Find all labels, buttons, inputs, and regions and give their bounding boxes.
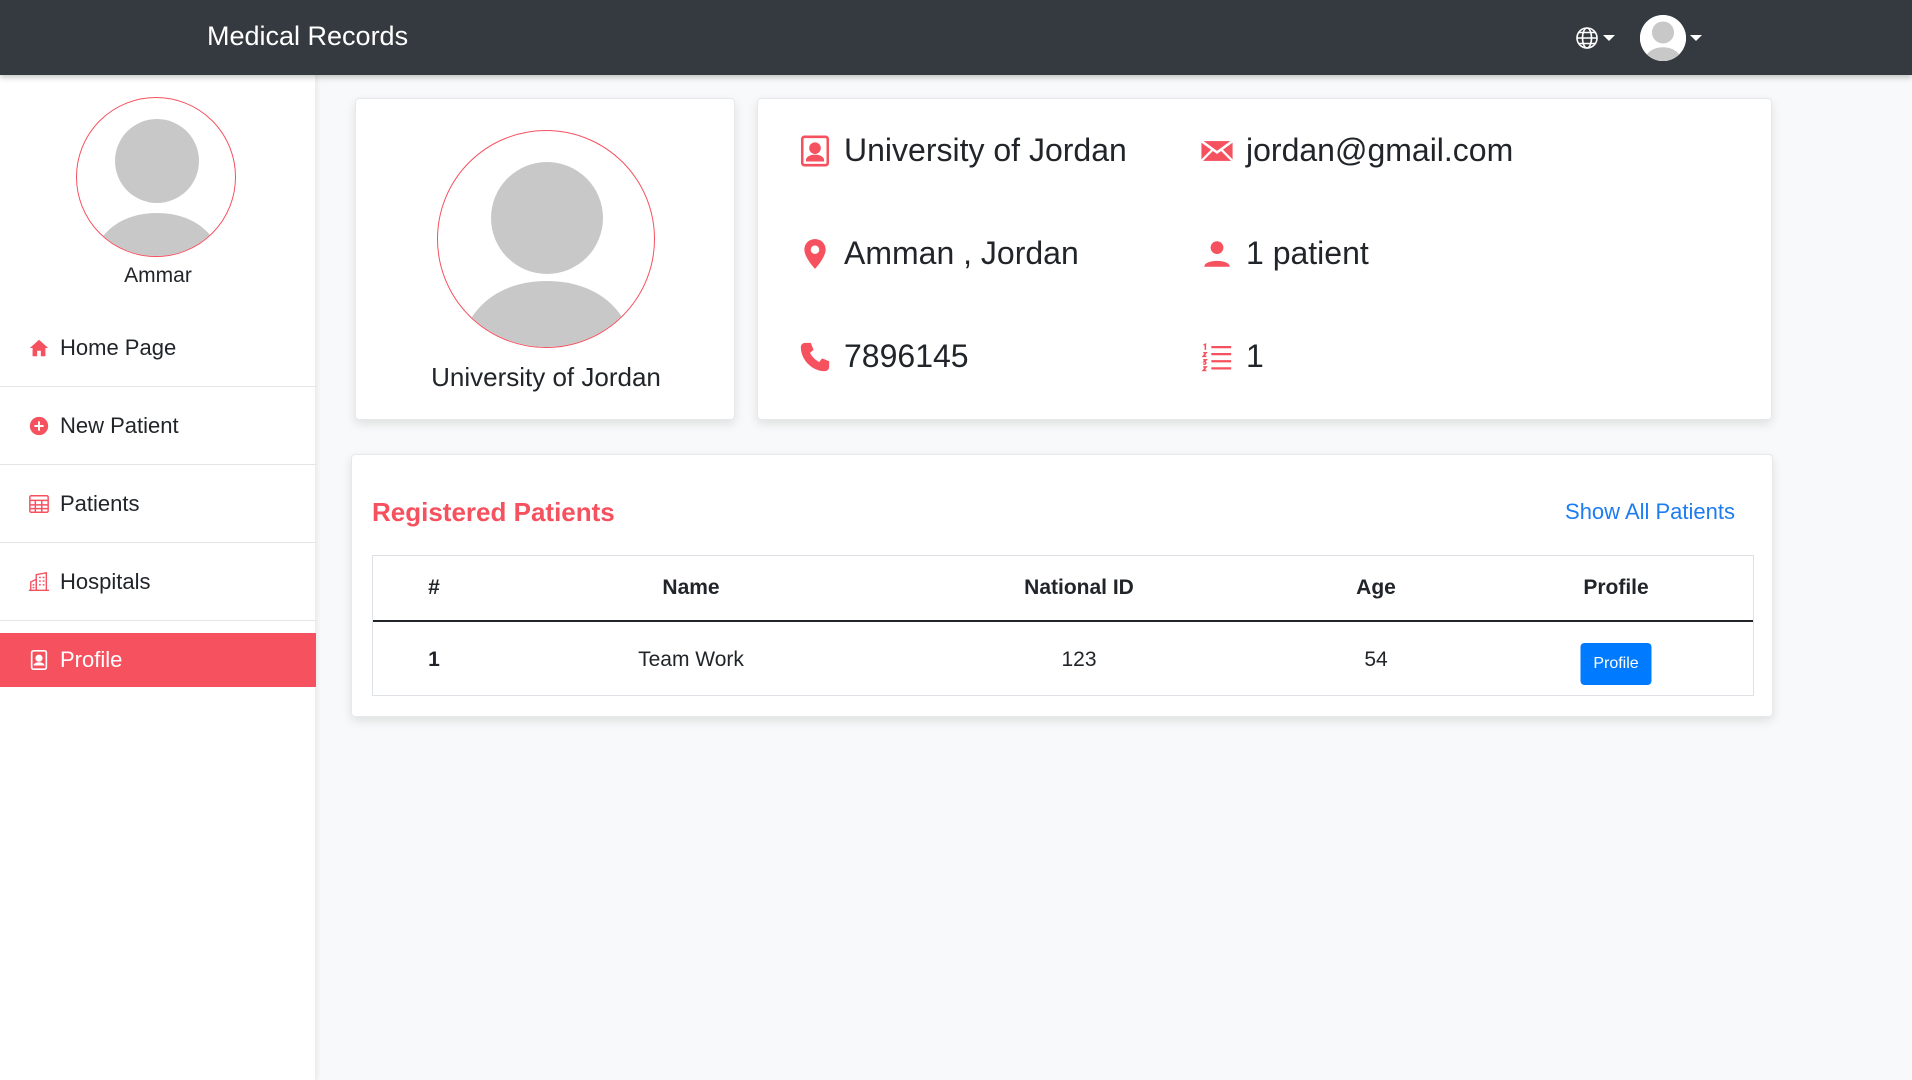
table-row: 1 Team Work 123 54 Profile [373, 622, 1753, 697]
plus-circle-icon [29, 416, 49, 435]
sidebar-user-name: Ammar [124, 264, 192, 287]
row-age: 54 [1364, 647, 1388, 671]
location-pin-icon [804, 238, 826, 269]
info-count-text: 1 [1246, 338, 1264, 374]
sidebar-item-home-page[interactable]: Home Page [0, 309, 316, 387]
column-header-national-id: National ID [1024, 576, 1134, 599]
brand-title[interactable]: Medical Records [207, 21, 408, 52]
chevron-down-icon [1603, 35, 1615, 41]
language-dropdown[interactable] [1575, 24, 1615, 52]
info-location: Amman , Jordan [798, 235, 1079, 272]
row-number: 1 [428, 647, 440, 671]
envelope-icon [1200, 139, 1234, 162]
sidebar-item-label: Profile [60, 647, 123, 672]
column-header-age: Age [1356, 576, 1396, 599]
section-title: Registered Patients [372, 497, 615, 527]
sidebar-item-new-patient[interactable]: New Patient [0, 387, 316, 465]
row-name: Team Work [638, 647, 744, 671]
table-header: # Name National ID Age Profile [373, 556, 1753, 622]
row-national-id: 123 [1061, 647, 1097, 671]
sidebar-item-label: New Patient [60, 412, 179, 438]
profile-name: University of Jordan [431, 362, 661, 392]
sidebar-menu: Home Page New Patient Patients Hospitals… [0, 309, 316, 687]
info-phone: 7896145 [798, 338, 969, 375]
avatar [437, 130, 655, 348]
top-navbar: Medical Records [0, 0, 1912, 75]
avatar [76, 97, 236, 257]
contact-card-icon [800, 135, 830, 166]
sidebar-item-patients[interactable]: Patients [0, 465, 316, 543]
sidebar-item-profile[interactable]: Profile [0, 633, 316, 687]
globe-icon [1576, 27, 1598, 49]
building-icon [28, 571, 50, 591]
profile-avatar-card: University of Jordan [355, 98, 735, 420]
chevron-down-icon [1690, 35, 1702, 41]
user-menu-dropdown[interactable] [1640, 15, 1702, 61]
sidebar-item-label: Home Page [60, 334, 177, 360]
info-patients-text: 1 patient [1246, 235, 1369, 271]
sidebar: Ammar Home Page New Patient Patients Hos… [0, 75, 316, 1080]
user-icon [1204, 240, 1230, 267]
avatar [1640, 15, 1686, 61]
column-header-name: Name [662, 576, 720, 599]
ordered-list-icon [1201, 342, 1232, 371]
profile-icon [30, 650, 48, 670]
home-icon [29, 339, 49, 356]
info-name: University of Jordan [798, 132, 1127, 169]
patients-table: # Name National ID Age Profile 1 Team Wo… [372, 555, 1754, 696]
info-email: jordan@gmail.com [1200, 132, 1513, 169]
table-icon [29, 494, 49, 513]
info-location-text: Amman , Jordan [844, 235, 1079, 271]
show-all-patients-link[interactable]: Show All Patients [1565, 499, 1735, 525]
profile-info-card: University of Jordan jordan@gmail.com Am… [757, 98, 1772, 420]
row-profile-cell: Profile [1580, 622, 1652, 697]
info-phone-text: 7896145 [844, 338, 969, 374]
registered-patients-card: Registered Patients Show All Patients # … [351, 454, 1773, 717]
sidebar-item-hospitals[interactable]: Hospitals [0, 543, 316, 621]
sidebar-item-label: Patients [60, 490, 140, 516]
column-header-profile: Profile [1583, 576, 1649, 599]
column-header-number: # [428, 576, 440, 599]
profile-button[interactable]: Profile [1580, 642, 1652, 685]
phone-icon [800, 342, 830, 371]
sidebar-item-label: Hospitals [60, 568, 151, 594]
info-email-text[interactable]: jordan@gmail.com [1246, 132, 1513, 169]
info-name-text: University of Jordan [844, 132, 1127, 168]
info-count: 1 [1200, 338, 1264, 375]
info-patients: 1 patient [1200, 235, 1369, 272]
